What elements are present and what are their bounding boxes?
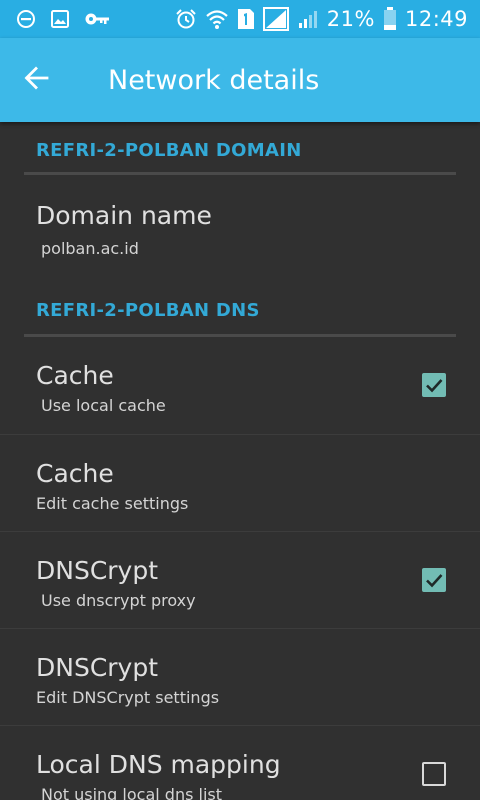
app-bar: Network details [0, 38, 480, 122]
page-title: Network details [108, 64, 320, 96]
domain-name-item[interactable]: Domain name polban.ac.id [0, 175, 480, 288]
status-bar-notifications [16, 9, 110, 29]
cache-settings-item[interactable]: Cache Edit cache settings [0, 434, 480, 531]
local-dns-mapping-item[interactable]: Local DNS mapping Not using local dns li… [0, 725, 480, 800]
pref-title: Cache [36, 459, 114, 488]
checkmark-icon [426, 379, 443, 393]
pref-title: Cache [36, 361, 114, 390]
pref-summary: Use dnscrypt proxy [41, 591, 196, 610]
dnscrypt-settings-item[interactable]: DNSCrypt Edit DNSCrypt settings [0, 628, 480, 725]
cache-checkbox[interactable] [422, 373, 446, 397]
signal-icon [262, 7, 289, 31]
preference-list[interactable]: REFRI-2-POLBAN DOMAIN Domain name polban… [0, 122, 480, 800]
status-bar: 21% 12:49 [0, 0, 480, 38]
minus-circle-icon [16, 9, 36, 29]
pref-summary: Not using local dns list [41, 785, 223, 800]
pref-summary: Edit DNSCrypt settings [36, 688, 220, 707]
pref-title: DNSCrypt [36, 653, 159, 682]
sim-1-icon [237, 8, 255, 30]
section-header-dns: REFRI-2-POLBAN DNS [36, 300, 260, 321]
dnscrypt-toggle-item[interactable]: DNSCrypt Use dnscrypt proxy [0, 531, 480, 628]
pref-summary: Use local cache [41, 396, 166, 415]
alarm-icon [175, 8, 197, 30]
pref-title: Domain name [36, 201, 212, 230]
clock: 12:49 [404, 7, 468, 31]
checkmark-icon [426, 574, 443, 588]
image-icon [50, 9, 70, 29]
wifi-icon [205, 8, 229, 30]
pref-title: DNSCrypt [36, 556, 159, 585]
pref-summary: polban.ac.id [41, 239, 139, 258]
pref-summary: Edit cache settings [36, 494, 189, 513]
local-dns-mapping-checkbox[interactable] [422, 762, 446, 786]
back-button[interactable] [0, 38, 72, 122]
key-icon [84, 9, 110, 29]
cache-toggle-item[interactable]: Cache Use local cache [0, 337, 480, 434]
arrow-back-icon [23, 65, 49, 95]
status-bar-system: 21% 12:49 [175, 7, 468, 31]
section-header-domain: REFRI-2-POLBAN DOMAIN [36, 140, 302, 161]
battery-icon [383, 7, 397, 31]
battery-percent: 21% [326, 7, 375, 31]
dnscrypt-checkbox[interactable] [422, 568, 446, 592]
pref-title: Local DNS mapping [36, 750, 281, 779]
signal-weak-icon [297, 9, 319, 29]
